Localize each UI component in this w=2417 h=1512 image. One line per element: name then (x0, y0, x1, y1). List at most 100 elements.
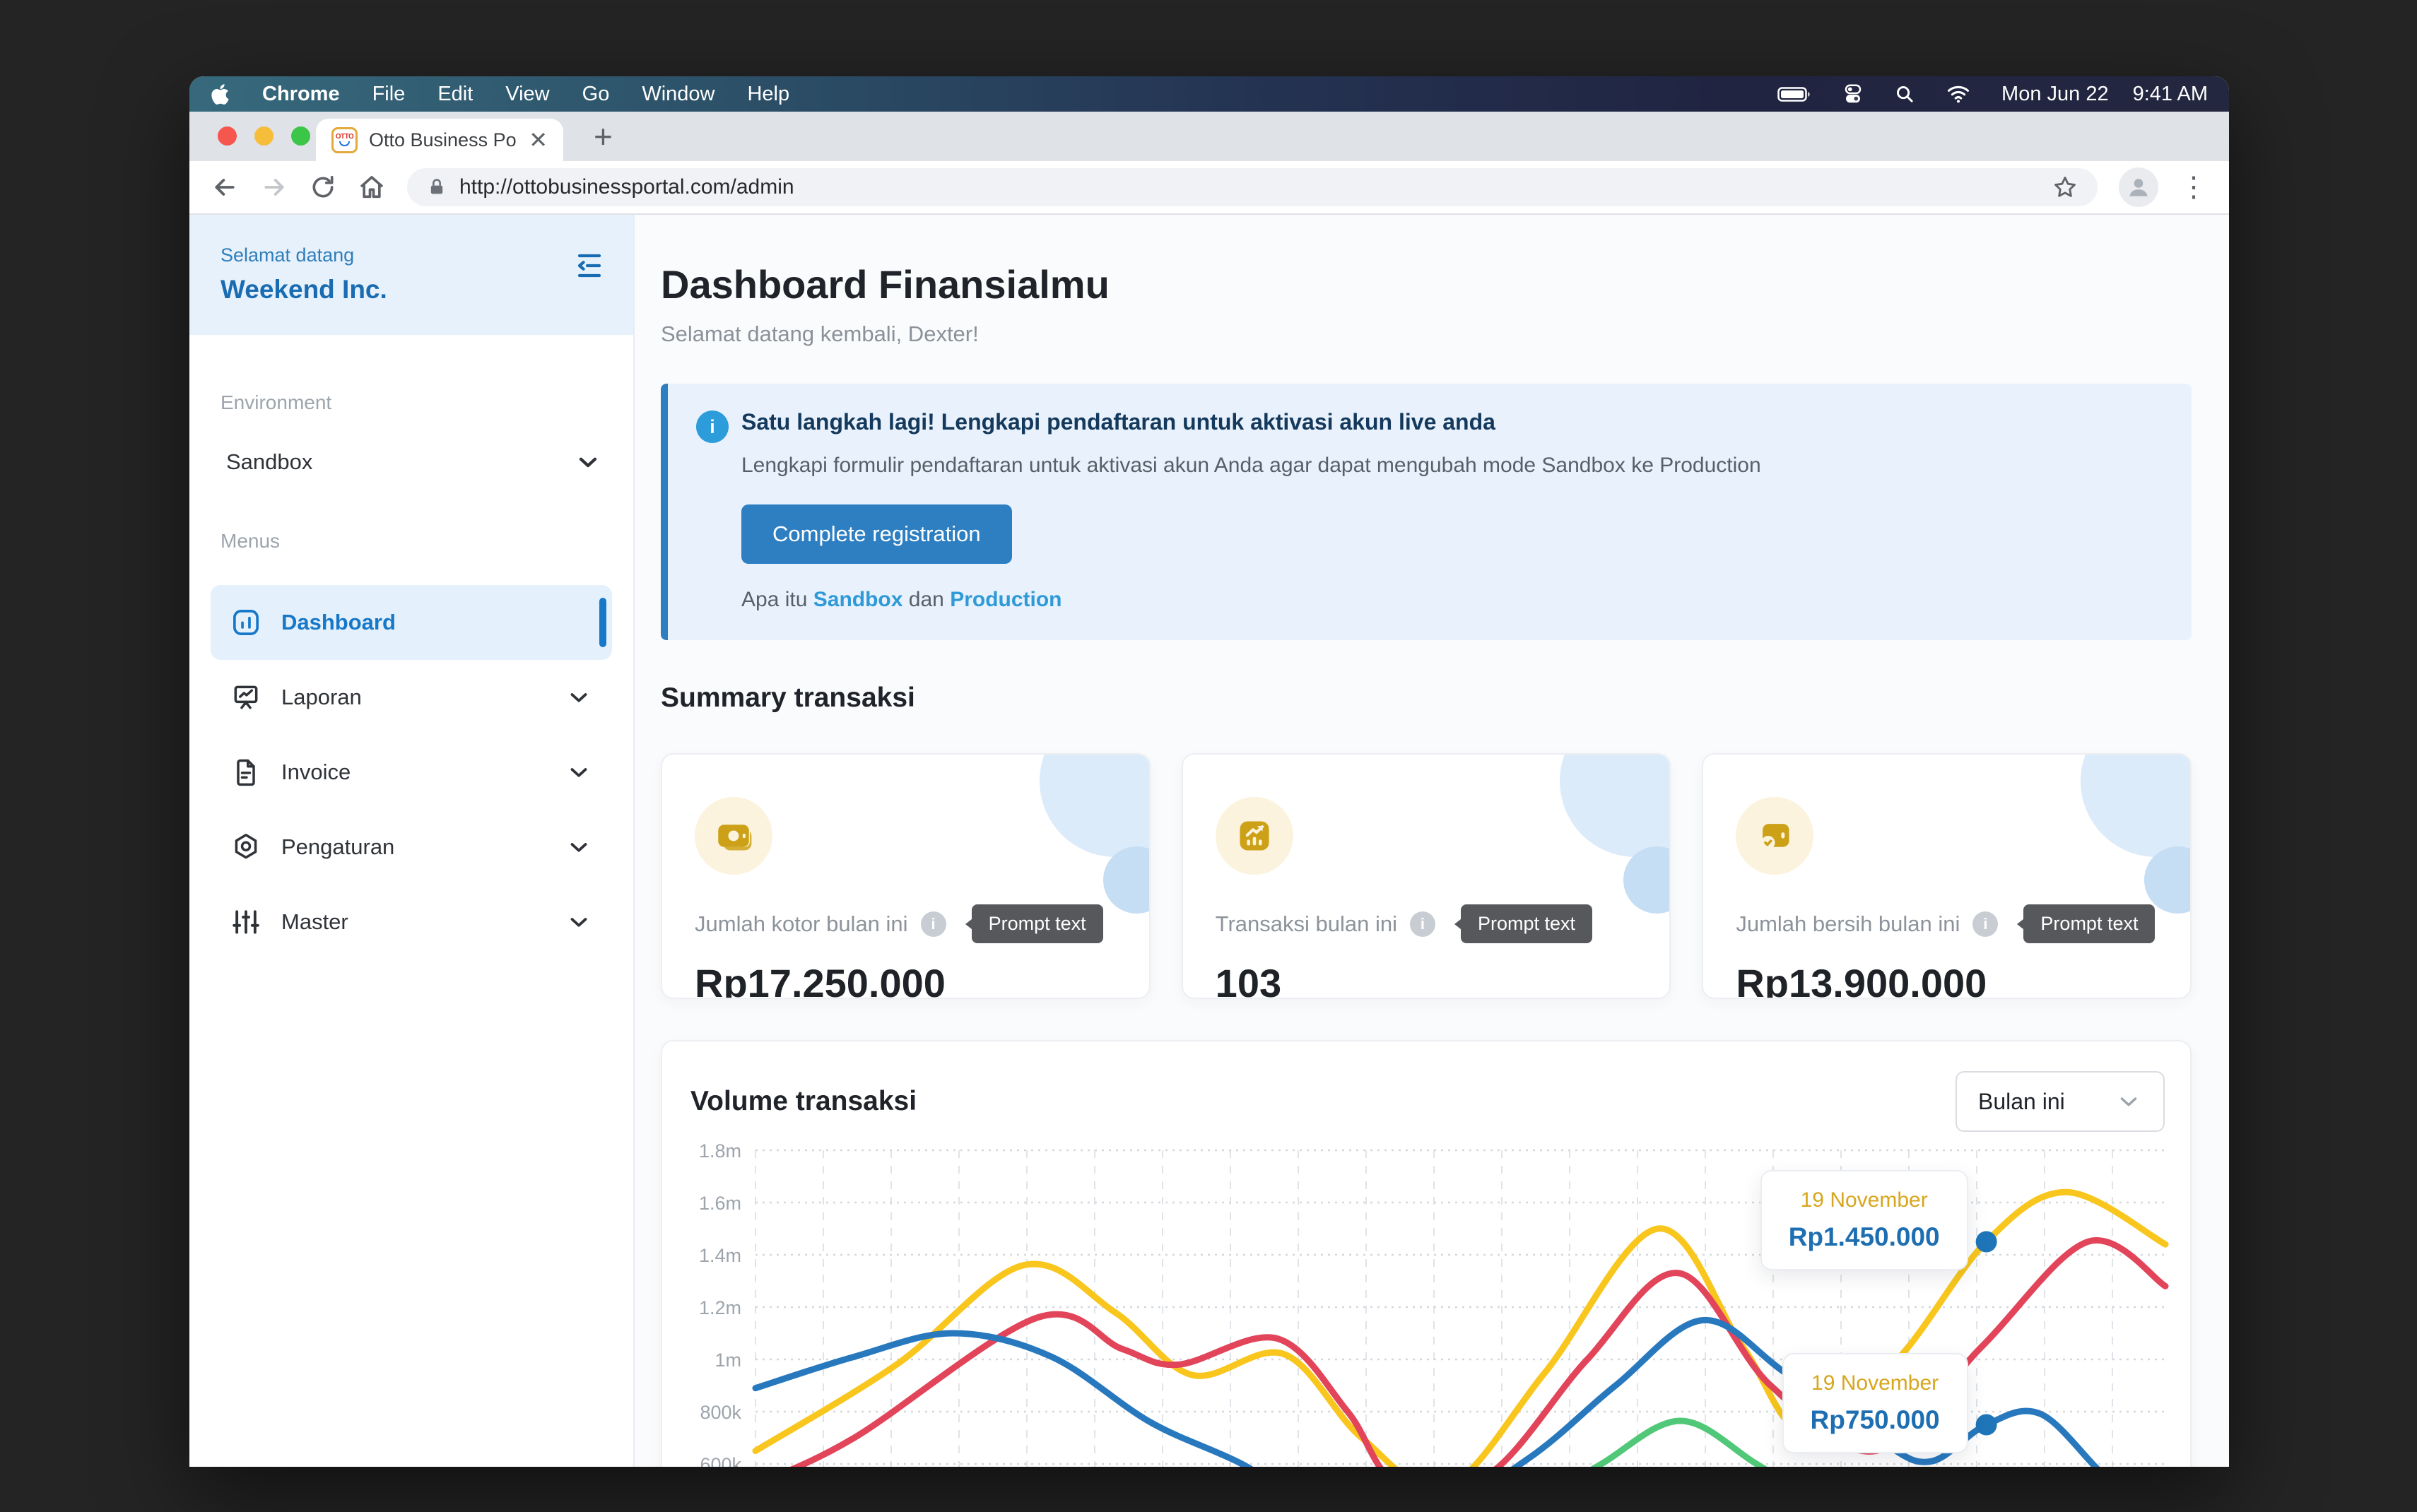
menubar-item-window[interactable]: Window (642, 76, 714, 112)
menubar-item-view[interactable]: View (505, 76, 549, 112)
summary-cards: Jumlah kotor bulan ini i Prompt text Rp1… (661, 753, 2192, 999)
sidebar-item-label: Laporan (281, 685, 362, 710)
sidebar-item-pengaturan[interactable]: Pengaturan (211, 810, 612, 885)
address-bar[interactable]: http://ottobusinessportal.com/admin (407, 168, 2098, 206)
main-content: Dashboard Finansialmu Selamat datang kem… (635, 215, 2229, 1467)
card-value: Rp17.250.000 (695, 960, 1124, 999)
summary-card-net: Jumlah bersih bulan ini i Prompt text Rp… (1702, 753, 2192, 999)
period-filter-value: Bulan ini (1978, 1089, 2065, 1115)
reload-button[interactable] (310, 174, 336, 201)
summary-card-transactions: Transaksi bulan ini i Prompt text 103 (1182, 753, 1671, 999)
y-axis-tick: 1.4m (699, 1245, 741, 1266)
volume-chart-card: Volume transaksi Bulan ini 1.8m1.6m1.4m1… (661, 1040, 2192, 1467)
page-body: Selamat datang Weekend Inc. Environment … (189, 215, 2229, 1467)
sidebar-item-label: Dashboard (281, 610, 396, 635)
cash-icon (695, 797, 772, 875)
spotlight-search-icon[interactable] (1895, 84, 1915, 105)
registration-banner: i Satu langkah lagi! Lengkapi pendaftara… (661, 384, 2192, 640)
chevron-down-icon (565, 909, 592, 935)
line-chart[interactable]: 1.8m1.6m1.4m1.2m1m800k600k19 NovemberRp1… (662, 1135, 2190, 1467)
wifi-icon[interactable] (1946, 85, 1970, 104)
collapse-sidebar-icon[interactable] (572, 249, 606, 335)
minimize-window-button[interactable] (254, 126, 274, 146)
close-window-button[interactable] (218, 126, 237, 146)
menubar-item-help[interactable]: Help (747, 76, 789, 112)
chart-tooltip: 19 NovemberRp1.450.000 (1760, 1170, 1968, 1270)
sliders-icon (230, 906, 261, 938)
y-axis-tick: 600k (700, 1454, 741, 1467)
browser-toolbar: http://ottobusinessportal.com/admin ⋮ (189, 161, 2229, 215)
invoice-icon (230, 757, 261, 788)
info-icon[interactable]: i (1410, 911, 1435, 937)
sandbox-link[interactable]: Sandbox (813, 588, 903, 611)
menubar-item-chrome[interactable]: Chrome (262, 76, 340, 112)
summary-card-gross: Jumlah kotor bulan ini i Prompt text Rp1… (661, 753, 1151, 999)
footnote-middle: dan (909, 588, 944, 611)
browser-menu-icon[interactable]: ⋮ (2180, 173, 2208, 201)
wallet-check-icon (1736, 797, 1813, 875)
data-point-marker (1976, 1414, 1997, 1436)
home-button[interactable] (358, 173, 386, 201)
macos-menubar: Chrome File Edit View Go Window Help Mon… (189, 76, 2229, 112)
settings-icon (230, 832, 261, 863)
info-icon[interactable]: i (1972, 911, 1998, 937)
chevron-down-icon (574, 448, 602, 476)
chart-title: Volume transaksi (690, 1086, 917, 1117)
zoom-window-button[interactable] (291, 126, 310, 146)
sidebar-item-label: Invoice (281, 760, 351, 785)
sidebar-item-invoice[interactable]: Invoice (211, 735, 612, 810)
dashboard-icon (230, 607, 261, 638)
sidebar: Selamat datang Weekend Inc. Environment … (189, 215, 635, 1467)
sidebar-item-laporan[interactable]: Laporan (211, 660, 612, 735)
environment-select[interactable]: Sandbox (226, 448, 602, 476)
tab-close-icon[interactable]: ✕ (529, 129, 548, 151)
chevron-down-icon (565, 834, 592, 861)
environment-value: Sandbox (226, 449, 312, 475)
menubar-time: 9:41 AM (2133, 83, 2208, 106)
complete-registration-button[interactable]: Complete registration (741, 504, 1012, 564)
forward-button[interactable] (260, 173, 288, 201)
y-axis-tick: 1.6m (699, 1193, 741, 1214)
macos-screen: Chrome File Edit View Go Window Help Mon… (189, 76, 2229, 1467)
profile-avatar[interactable] (2119, 167, 2158, 207)
back-button[interactable] (211, 173, 239, 201)
card-label: Jumlah bersih bulan ini (1736, 911, 1960, 937)
apple-logo-icon[interactable] (211, 83, 230, 106)
card-value: Rp13.900.000 (1736, 960, 2165, 999)
y-axis-tick: 800k (700, 1402, 741, 1423)
chevron-down-icon (565, 684, 592, 711)
banner-description: Lengkapi formulir pendaftaran untuk akti… (741, 454, 2163, 478)
menubar-item-file[interactable]: File (372, 76, 406, 112)
sidebar-item-master[interactable]: Master (211, 885, 612, 959)
period-filter-dropdown[interactable]: Bulan ini (1956, 1071, 2165, 1132)
card-label: Transaksi bulan ini (1216, 911, 1397, 937)
page-title: Dashboard Finansialmu (661, 261, 2192, 307)
footnote-prefix: Apa itu (741, 588, 807, 611)
chevron-down-icon (2115, 1088, 2142, 1115)
menubar-item-go[interactable]: Go (582, 76, 610, 112)
production-link[interactable]: Production (950, 588, 1062, 611)
new-tab-button[interactable]: + (594, 117, 613, 155)
url-text: http://ottobusinessportal.com/admin (459, 175, 2040, 199)
tooltip-chip: Prompt text (1461, 904, 1592, 943)
battery-icon[interactable] (1777, 85, 1811, 103)
info-icon[interactable]: i (921, 911, 946, 937)
sidebar-item-dashboard[interactable]: Dashboard (211, 585, 612, 660)
decorative-circle (2081, 753, 2192, 857)
tooltip-chip: Prompt text (972, 904, 1103, 943)
menubar-clock[interactable]: Mon Jun 22 9:41 AM (2001, 83, 2208, 106)
tooltip-value: Rp1.450.000 (1789, 1222, 1940, 1252)
browser-tab[interactable]: OTTO Otto Business Portal ✕ (316, 119, 563, 161)
bookmark-star-icon[interactable] (2052, 175, 2078, 200)
section-label-menus: Menus (220, 530, 612, 553)
control-center-icon[interactable] (1842, 83, 1864, 105)
summary-heading: Summary transaksi (661, 683, 2192, 714)
tooltip-value: Rp750.000 (1811, 1405, 1940, 1435)
page-subtitle: Selamat datang kembali, Dexter! (661, 321, 2192, 347)
sidebar-menu: Dashboard Laporan Invoice (211, 585, 612, 959)
chart-tooltip: 19 NovemberRp750.000 (1782, 1353, 1968, 1453)
section-label-environment: Environment (220, 391, 612, 414)
menubar-item-edit[interactable]: Edit (437, 76, 473, 112)
y-axis-tick: 1.2m (699, 1297, 741, 1318)
lock-icon (427, 177, 447, 197)
